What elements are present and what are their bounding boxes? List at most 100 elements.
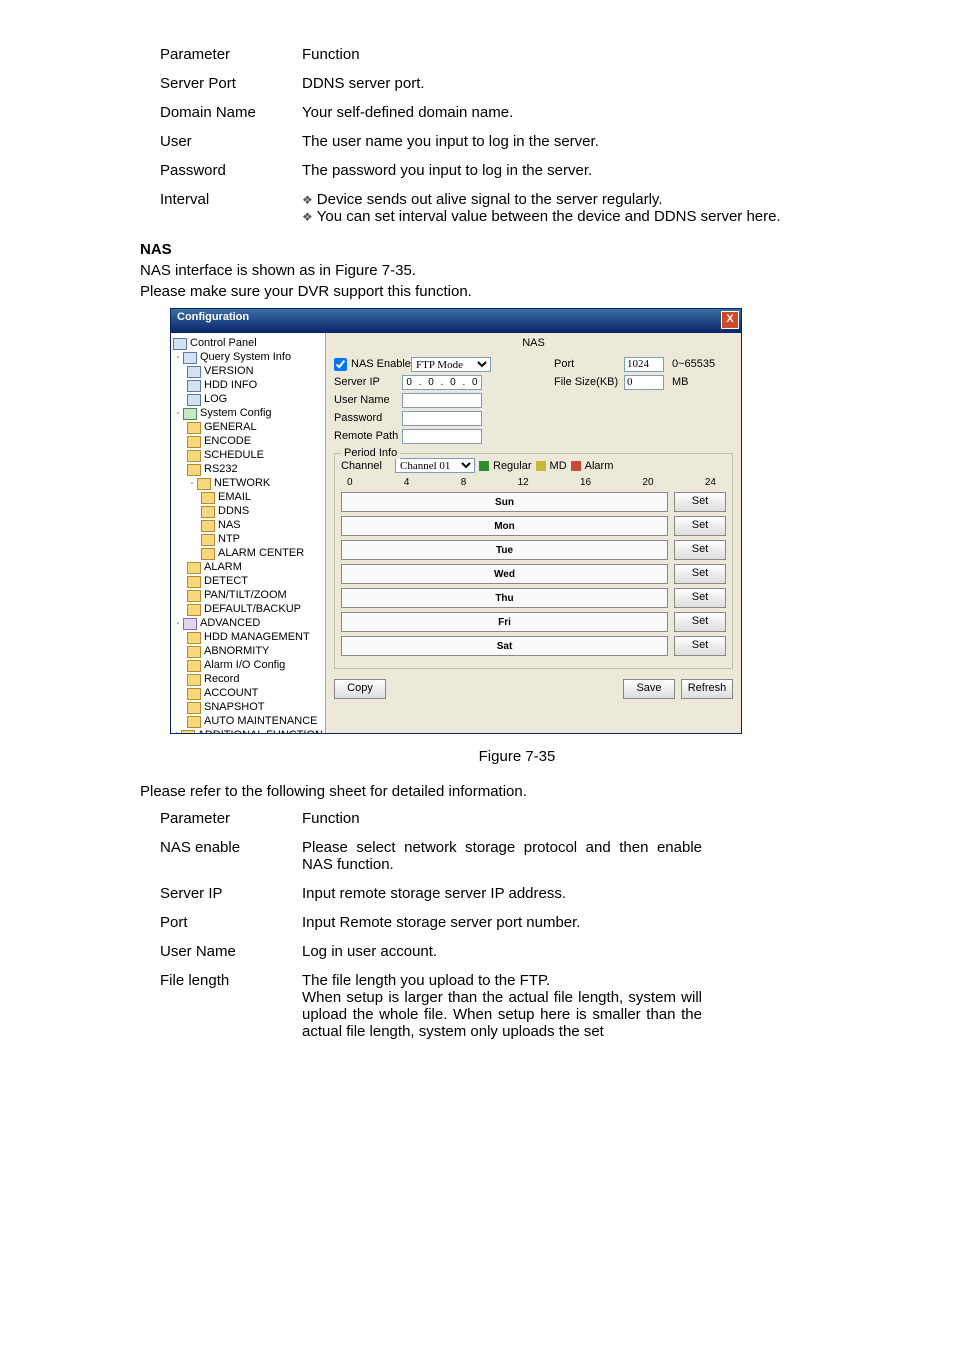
tree-ddns[interactable]: DDNS [173,505,323,519]
port-input[interactable] [624,357,664,372]
day-bar-sat[interactable]: Sat [341,636,668,656]
tree-auto-maintenance[interactable]: AUTO MAINTENANCE [173,715,323,729]
day-bar-mon[interactable]: Mon [341,516,668,536]
copy-button[interactable]: Copy [334,679,386,699]
filesize-input[interactable] [624,375,664,390]
tree-ntp[interactable]: NTP [173,533,323,547]
refresh-button[interactable]: Refresh [681,679,733,699]
channel-select[interactable]: Channel 01 [395,458,475,473]
col-header-function: Function [302,40,793,69]
tree-record[interactable]: Record [173,673,323,687]
alarm-color-icon [571,461,581,471]
func-password: The password you input to log in the ser… [302,156,793,185]
server-ip-input[interactable]: 0.0.0.0 [402,375,482,390]
day-row-fri: Fri Set [341,612,726,632]
tree-advanced[interactable]: -ADVANCED [173,617,323,631]
day-bar-fri[interactable]: Fri [341,612,668,632]
panel-icon [173,338,187,350]
tree-detect[interactable]: DETECT [173,575,323,589]
tree-default-backup[interactable]: DEFAULT/BACKUP [173,603,323,617]
tree-alarm-io-config[interactable]: Alarm I/O Config [173,659,323,673]
tree-encode[interactable]: ENCODE [173,435,323,449]
folder-icon [187,590,201,602]
password-input[interactable] [402,411,482,426]
save-button[interactable]: Save [623,679,675,699]
period-info-fieldset: Period Info Channel Channel 01 Regular M… [334,453,733,669]
nas-intro-2: Please make sure your DVR support this f… [140,283,894,300]
param-server-port: Server Port [160,69,302,98]
func-user: The user name you input to log in the se… [302,127,793,156]
param-port: Port [160,908,302,937]
func-username: Log in user account. [302,937,714,966]
tree-ptz[interactable]: PAN/TILT/ZOOM [173,589,323,603]
folder-icon [183,618,197,630]
param-domain-name: Domain Name [160,98,302,127]
day-bar-sun[interactable]: Sun [341,492,668,512]
func-server-port: DDNS server port. [302,69,793,98]
configuration-window: Configuration X Control Panel -Query Sys… [170,308,742,734]
folder-icon [183,352,197,364]
ftp-mode-select[interactable]: FTP Mode [411,357,491,372]
remotepath-input[interactable] [402,429,482,444]
folder-icon [183,408,197,420]
tree-abnormity[interactable]: ABNORMITY [173,645,323,659]
navigation-tree[interactable]: Control Panel -Query System Info VERSION… [171,333,326,733]
md-label: MD [550,460,567,472]
tree-alarm[interactable]: ALARM [173,561,323,575]
tree-system-config[interactable]: -System Config [173,407,323,421]
close-icon[interactable]: X [721,311,739,329]
tree-rs232[interactable]: RS232 [173,463,323,477]
param-user: User [160,127,302,156]
day-row-thu: Thu Set [341,588,726,608]
param-serverip: Server IP [160,879,302,908]
day-bar-thu[interactable]: Thu [341,588,668,608]
set-button-sun[interactable]: Set [674,492,726,512]
day-bar-wed[interactable]: Wed [341,564,668,584]
tree-nas[interactable]: NAS [173,519,323,533]
folder-icon [187,660,201,672]
tree-network[interactable]: -NETWORK [173,477,323,491]
nas-enable-checkbox[interactable] [334,358,347,371]
port-label: Port [554,358,574,370]
tree-email[interactable]: EMAIL [173,491,323,505]
tree-additional-function[interactable]: +ADDITIONAL FUNCTION [173,729,323,733]
username-input[interactable] [402,393,482,408]
tree-alarm-center[interactable]: ALARM CENTER [173,547,323,561]
func-port: Input Remote storage server port number. [302,908,714,937]
tree-control-panel[interactable]: Control Panel [173,337,323,351]
tree-query-system-info[interactable]: -Query System Info [173,351,323,365]
tree-version[interactable]: VERSION [173,365,323,379]
tree-hdd-info[interactable]: HDD INFO [173,379,323,393]
day-bar-tue[interactable]: Tue [341,540,668,560]
param-password: Password [160,156,302,185]
set-button-mon[interactable]: Set [674,516,726,536]
tree-hdd-management[interactable]: HDD MANAGEMENT [173,631,323,645]
tree-log[interactable]: LOG [173,393,323,407]
tree-schedule[interactable]: SCHEDULE [173,449,323,463]
func-filelength: The file length you upload to the FTP. W… [302,966,714,1046]
folder-icon [187,436,201,448]
set-button-thu[interactable]: Set [674,588,726,608]
nas-heading: NAS [140,241,894,258]
func-serverip: Input remote storage server IP address. [302,879,714,908]
set-button-fri[interactable]: Set [674,612,726,632]
param-nas-enable: NAS enable [160,833,302,879]
tree-snapshot[interactable]: SNAPSHOT [173,701,323,715]
post-figure-intro: Please refer to the following sheet for … [140,783,894,800]
tree-account[interactable]: ACCOUNT [173,687,323,701]
col2-header-parameter: Parameter [160,804,302,833]
serverip-label: Server IP [334,376,402,388]
func-interval: Device sends out alive signal to the ser… [302,185,793,231]
folder-icon [187,716,201,728]
folder-icon [187,562,201,574]
set-button-tue[interactable]: Set [674,540,726,560]
password-label: Password [334,412,402,424]
filesize-label: File Size(KB) [554,376,618,388]
col2-header-function: Function [302,804,714,833]
folder-icon [201,548,215,560]
folder-icon [181,730,195,734]
tree-general[interactable]: GENERAL [173,421,323,435]
set-button-wed[interactable]: Set [674,564,726,584]
folder-icon [187,646,201,658]
set-button-sat[interactable]: Set [674,636,726,656]
